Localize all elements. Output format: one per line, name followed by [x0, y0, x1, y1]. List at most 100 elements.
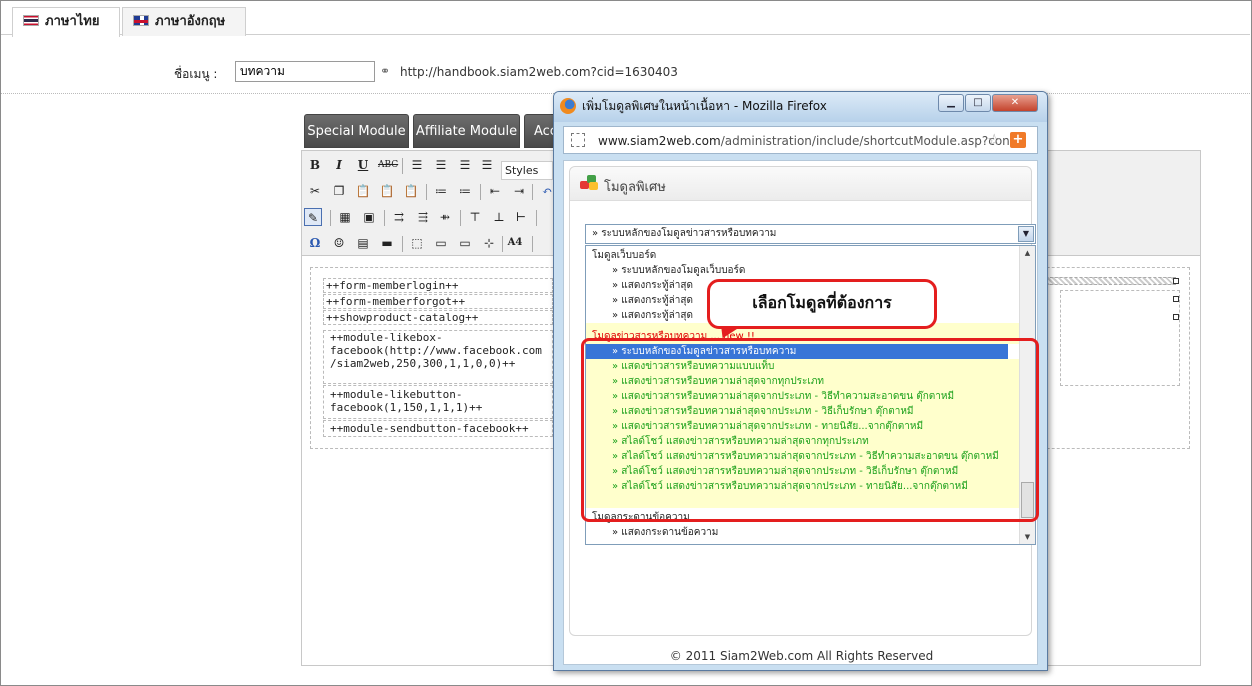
special-char-icon[interactable]: Ω: [306, 234, 324, 252]
align-right-icon[interactable]: ☰: [456, 156, 474, 174]
toolbar-separator: [480, 184, 481, 200]
maximize-button[interactable]: □: [965, 94, 991, 112]
bold-icon[interactable]: B: [306, 156, 324, 174]
popup-title: เพิ่มโมดูลพิเศษในหน้าเนื้อหา - Mozilla F…: [582, 99, 827, 113]
media-icon[interactable]: ▤: [354, 234, 372, 252]
content-line: facebook(1,150,1,1,1)++: [330, 401, 483, 414]
align-left-icon[interactable]: ☰: [408, 156, 426, 174]
url-host: www.siam2web.com: [598, 134, 721, 148]
scroll-up-icon[interactable]: ▲: [1020, 246, 1035, 260]
toolbar-separator: [426, 184, 427, 200]
strikethrough-icon[interactable]: ABC: [378, 156, 398, 174]
paste-word-icon[interactable]: 📋: [402, 182, 420, 200]
underline-icon[interactable]: U: [354, 156, 372, 174]
numbered-list-icon[interactable]: ≔: [456, 182, 474, 200]
highlight-frame: [581, 338, 1039, 522]
layer-back-icon[interactable]: ▭: [456, 234, 474, 252]
toolbar-separator: [532, 184, 533, 200]
toolbar-separator: [532, 236, 533, 252]
tab-english-label: ภาษาอังกฤษ: [155, 14, 226, 29]
justify-icon[interactable]: ☰: [478, 156, 496, 174]
url-bar[interactable]: www.siam2web.com/administration/include/…: [563, 126, 1038, 154]
tab-english[interactable]: ภาษาอังกฤษ: [122, 7, 246, 36]
thai-flag-icon: [23, 15, 39, 26]
content-line: ++form-memberlogin++: [323, 278, 553, 293]
toolbar-separator: [402, 158, 403, 174]
tab-thai-label: ภาษาไทย: [45, 14, 100, 29]
split-cells-icon[interactable]: ⊥: [490, 208, 508, 226]
layer-icon[interactable]: ▭: [432, 234, 450, 252]
affiliate-module-button[interactable]: Affiliate Module: [413, 114, 520, 148]
selection-bar: [1040, 277, 1176, 285]
firefox-logo-icon: [560, 98, 576, 114]
resize-handle[interactable]: [1173, 278, 1179, 284]
popup-titlebar[interactable]: เพิ่มโมดูลพิเศษในหน้าเนื้อหา - Mozilla F…: [554, 92, 1047, 122]
content-line: ++module-sendbutton-facebook++: [323, 420, 553, 437]
paste-text-icon[interactable]: 📋: [378, 182, 396, 200]
menu-name-input[interactable]: [235, 61, 375, 82]
add-icon[interactable]: +: [1010, 132, 1026, 148]
modules-cube-icon: [580, 175, 598, 191]
minimize-button[interactable]: ▁: [938, 94, 964, 112]
insert-row-icon[interactable]: ⇉: [390, 208, 408, 226]
table-icon[interactable]: ▦: [336, 208, 354, 226]
styles-select[interactable]: Styles: [501, 161, 553, 180]
menu-url[interactable]: http://handbook.siam2web.com?cid=1630403: [400, 65, 678, 79]
content-line: ++showproduct-catalog++: [323, 310, 553, 325]
close-button[interactable]: ✕: [992, 94, 1038, 112]
site-identity-icon[interactable]: [571, 133, 585, 147]
url-path: /administration/include/shortcutModule.a…: [720, 134, 1022, 148]
absolute-icon[interactable]: ⊹: [480, 234, 498, 252]
copy-icon[interactable]: ❐: [330, 182, 348, 200]
scroll-down-icon[interactable]: ▼: [1020, 530, 1035, 544]
content-line: /siam2web,250,300,1,1,0,0)++: [330, 357, 516, 370]
content-line: ++module-likebutton-: [330, 388, 463, 401]
menu-name-label: ชื่อเมนู :: [174, 67, 218, 81]
toolbar-separator: [384, 210, 385, 226]
toolbar-separator: [402, 236, 403, 252]
paste-icon[interactable]: 📋: [354, 182, 372, 200]
italic-icon[interactable]: I: [330, 156, 348, 174]
likebox-block: ++module-likebox- facebook(http://www.fa…: [323, 330, 553, 384]
content-line: ++module-likebox-: [330, 331, 443, 344]
table-props-icon[interactable]: ▣: [360, 208, 378, 226]
horizontal-rule-icon[interactable]: ▬: [378, 234, 396, 252]
uk-flag-icon: [133, 15, 149, 26]
url-text: www.siam2web.com/administration/include/…: [598, 134, 1022, 148]
popup-footer: © 2011 Siam2Web.com All Rights Reserved: [669, 649, 934, 663]
edit-icon[interactable]: ✎: [304, 208, 322, 226]
font-size-icon[interactable]: A4: [506, 234, 524, 252]
merge-cells-icon[interactable]: ⊤: [466, 208, 484, 226]
toolbar-separator: [330, 210, 331, 226]
list-group[interactable]: โมดูลเว็บบอร์ด: [586, 248, 1021, 263]
popup-page: โมดูลพิเศษ » ระบบหลักของโมดูลข่าวสารหรือ…: [563, 160, 1039, 665]
toolbar-separator: [536, 210, 537, 226]
module-placeholder: [1060, 290, 1180, 386]
content-line: ++form-memberforgot++: [323, 294, 553, 309]
bookmark-star-icon[interactable]: ☆: [987, 130, 1001, 149]
list-item[interactable]: » แสดงกระดานข้อความ: [586, 525, 1021, 540]
list-item[interactable]: » ระบบหลักของโมดูลเว็บบอร์ด: [586, 263, 1021, 278]
chevron-down-icon[interactable]: ▼: [1018, 226, 1034, 242]
language-tab-bar: ภาษาไทย ภาษาอังกฤษ: [1, 1, 1250, 37]
bullet-list-icon[interactable]: ≔: [432, 182, 450, 200]
select-all-icon[interactable]: ⬚: [408, 234, 426, 252]
tab-thai[interactable]: ภาษาไทย: [12, 7, 120, 37]
firefox-popup-window: เพิ่มโมดูลพิเศษในหน้าเนื้อหา - Mozilla F…: [553, 91, 1048, 671]
outdent-icon[interactable]: ⇤: [486, 182, 504, 200]
indent-icon[interactable]: ⇥: [510, 182, 528, 200]
callout-bubble: เลือกโมดูลที่ต้องการ: [707, 279, 937, 329]
module-select[interactable]: » ระบบหลักของโมดูลข่าวสารหรือบทความ ▼: [585, 224, 1036, 244]
special-module-button[interactable]: Special Module: [304, 114, 409, 148]
panel-title: โมดูลพิเศษ: [604, 180, 666, 195]
likebutton-block: ++module-likebutton- facebook(1,150,1,1,…: [323, 385, 553, 419]
delete-row-icon[interactable]: ⇶: [414, 208, 432, 226]
cut-icon[interactable]: ✂: [306, 182, 324, 200]
insert-col-icon[interactable]: ⇻: [436, 208, 454, 226]
content-line: facebook(http://www.facebook.com: [330, 344, 542, 357]
cell-props-icon[interactable]: ⊢: [512, 208, 530, 226]
link-icon: ⚭: [380, 64, 391, 78]
align-center-icon[interactable]: ☰: [432, 156, 450, 174]
emoticon-icon[interactable]: ☺: [330, 234, 348, 252]
toolbar-separator: [460, 210, 461, 226]
